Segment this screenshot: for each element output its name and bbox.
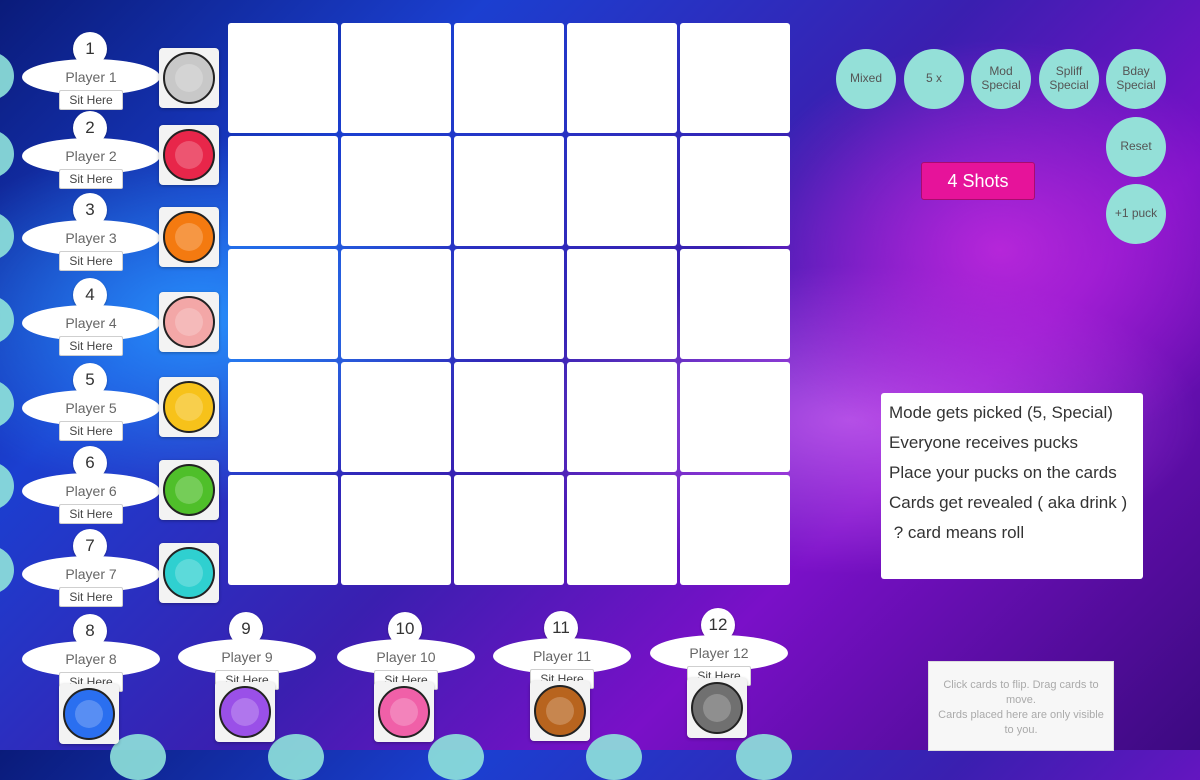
private-area-hint: Click cards to flip. Drag cards to move.… [938,679,1104,736]
card[interactable] [454,136,564,246]
edge-disc [0,212,14,260]
shots-indicator: 4 Shots [921,162,1035,200]
puck[interactable] [63,688,115,740]
card[interactable] [341,23,451,133]
card[interactable] [680,249,790,359]
sit-here-button[interactable]: Sit Here [59,336,123,356]
player-seat-6: 6 Player 6 Sit Here [22,446,242,526]
puck-tray [159,125,219,185]
edge-disc [0,296,14,344]
player-seat-5: 5 Player 5 Sit Here [22,363,242,443]
card[interactable] [341,362,451,472]
bottom-disc [586,734,642,780]
puck-tray [687,678,747,738]
card[interactable] [680,136,790,246]
rules-panel: Mode gets picked (5, Special) Everyone r… [881,393,1143,579]
puck-tray [159,292,219,352]
card[interactable] [228,475,338,585]
card[interactable] [680,23,790,133]
player-seat-4: 4 Player 4 Sit Here [22,278,242,358]
player-seat-1: 1 Player 1 Sit Here [22,32,242,112]
player-seat-12: 12 Player 12 Sit Here [650,608,870,738]
bottom-disc [268,734,324,780]
puck[interactable] [163,296,215,348]
add-puck-button[interactable]: +1 puck [1106,184,1166,244]
edge-disc [0,130,14,178]
puck-tray [530,681,590,741]
spliff-special-button[interactable]: Spliff Special [1039,49,1099,109]
edge-disc [0,462,14,510]
puck[interactable] [378,686,430,738]
five-x-button[interactable]: 5 x [904,49,964,109]
card[interactable] [567,475,677,585]
rule-line: Cards get revealed ( aka drink ) [889,493,1128,512]
player-seat-2: 2 Player 2 Sit Here [22,111,242,191]
mod-special-button[interactable]: Mod Special [971,49,1031,109]
puck-tray [59,684,119,744]
card[interactable] [454,362,564,472]
rule-line: Place your pucks on the cards [889,463,1117,482]
card[interactable] [567,136,677,246]
card[interactable] [567,249,677,359]
card[interactable] [680,362,790,472]
card[interactable] [341,136,451,246]
sit-here-button[interactable]: Sit Here [59,251,123,271]
edge-disc [0,52,14,100]
card[interactable] [454,23,564,133]
puck-tray [159,543,219,603]
card[interactable] [567,362,677,472]
card[interactable] [341,475,451,585]
player-seat-3: 3 Player 3 Sit Here [22,193,242,273]
puck[interactable] [691,682,743,734]
card[interactable] [228,136,338,246]
bottom-disc [428,734,484,780]
sit-here-button[interactable]: Sit Here [59,504,123,524]
card[interactable] [228,249,338,359]
rule-line: ? card means roll [889,523,1025,542]
puck[interactable] [163,547,215,599]
puck[interactable] [534,685,586,737]
card[interactable] [567,23,677,133]
puck-tray [159,377,219,437]
sit-here-button[interactable]: Sit Here [59,587,123,607]
sit-here-button[interactable]: Sit Here [59,90,123,110]
sit-here-button[interactable]: Sit Here [59,421,123,441]
bday-special-button[interactable]: Bday Special [1106,49,1166,109]
puck-tray [159,460,219,520]
mixed-button[interactable]: Mixed [836,49,896,109]
puck[interactable] [163,464,215,516]
card[interactable] [228,23,338,133]
reset-button[interactable]: Reset [1106,117,1166,177]
player-seat-7: 7 Player 7 Sit Here [22,529,242,609]
card-grid [228,23,790,585]
rule-line: Mode gets picked (5, Special) [889,403,1113,422]
private-card-area[interactable]: Click cards to flip. Drag cards to move.… [928,661,1114,751]
puck[interactable] [163,381,215,433]
puck-tray [159,48,219,108]
bottom-disc [736,734,792,780]
puck-tray [215,682,275,742]
puck[interactable] [163,129,215,181]
edge-disc [0,546,14,594]
puck-tray [159,207,219,267]
edge-disc [0,380,14,428]
card[interactable] [454,475,564,585]
card[interactable] [680,475,790,585]
card[interactable] [228,362,338,472]
puck[interactable] [219,686,271,738]
card[interactable] [454,249,564,359]
puck-tray [374,682,434,742]
rule-line: Everyone receives pucks [889,433,1078,452]
puck[interactable] [163,52,215,104]
sit-here-button[interactable]: Sit Here [59,169,123,189]
card[interactable] [341,249,451,359]
puck[interactable] [163,211,215,263]
